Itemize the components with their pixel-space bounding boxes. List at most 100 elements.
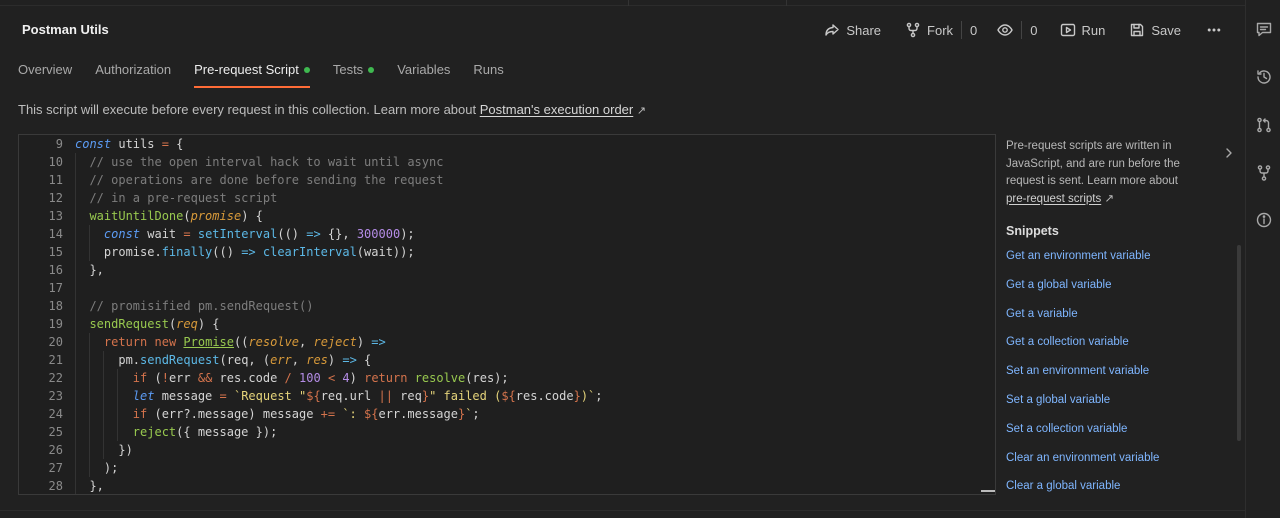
share-icon (825, 24, 840, 36)
snippet-item[interactable]: Clear a global variable (1006, 472, 1236, 501)
code-line: ); (75, 461, 119, 475)
status-dot (303, 67, 310, 73)
right-sidebar (1245, 0, 1280, 518)
snippets-list: Get an environment variable Get a global… (1006, 242, 1236, 501)
execution-order-link[interactable]: Postman's execution order (480, 102, 634, 117)
info-icon[interactable] (1255, 211, 1273, 229)
line-number: 12 (48, 191, 63, 205)
code-line: }, (75, 263, 104, 277)
code-line: if (err?.message) message += `: ${err.me… (132, 407, 480, 421)
panel-scrollbar[interactable] (1237, 245, 1241, 441)
external-link-icon: ↗ (1104, 192, 1115, 205)
tab-tests[interactable]: Tests (332, 62, 375, 86)
code-line: let message = `Request "${req.url || req… (132, 389, 603, 403)
save-label: Save (1151, 22, 1181, 38)
tab-label: Authorization (95, 62, 172, 77)
line-number: 27 (48, 461, 63, 475)
snippet-item[interactable]: Clear an environment variable (1006, 444, 1236, 473)
line-number: 28 (48, 479, 63, 493)
save-button[interactable]: Save (1129, 22, 1181, 38)
fork-icon (906, 22, 920, 38)
snippet-item[interactable]: Get an environment variable (1006, 242, 1236, 271)
code-line: const utils = { (75, 137, 184, 151)
more-icon (1207, 28, 1221, 32)
code-line: promise.finally(() => clearInterval(wait… (75, 245, 415, 259)
collection-tabs: Overview Authorization Pre-request Scrip… (18, 62, 527, 88)
tab-runs[interactable]: Runs (473, 62, 503, 86)
collection-header: Postman Utils Share Fork 0 0 Run Save (0, 6, 1245, 54)
tab-label: Variables (397, 62, 451, 77)
more-options-button[interactable] (1207, 22, 1221, 38)
tab-label: Pre-request Script (194, 62, 299, 77)
code-line: // use the open interval hack to wait un… (89, 155, 444, 169)
code-line: // promisified pm.sendRequest() (89, 299, 314, 313)
code-line: }) (75, 443, 133, 457)
code-line: return new Promise((resolve, reject) => (103, 335, 386, 349)
external-link-icon: ↗ (636, 105, 647, 117)
scrollbar-thumb[interactable] (981, 490, 995, 492)
fork-count[interactable]: 0 (970, 23, 977, 38)
code-line: // in a pre-request script (89, 191, 278, 205)
help-text: Pre-request scripts are written in JavaS… (1006, 138, 1196, 208)
collapse-panel-chevron-icon[interactable] (1224, 146, 1234, 160)
history-icon[interactable] (1255, 68, 1273, 86)
header-actions: Share Fork 0 0 Run Save (824, 19, 1221, 41)
share-button[interactable]: Share (824, 22, 881, 38)
run-icon (1060, 23, 1075, 37)
snippet-item[interactable]: Get a variable (1006, 300, 1236, 329)
status-dot (368, 67, 375, 73)
line-number: 26 (48, 443, 63, 457)
pull-request-icon[interactable] (1255, 116, 1273, 134)
line-number: 18 (48, 299, 63, 313)
snippet-item[interactable]: Set a collection variable (1006, 415, 1236, 444)
code-line: pm.sendRequest(req, (err, res) => { (75, 353, 372, 367)
code-line: // operations are done before sending th… (89, 173, 444, 187)
code-line: sendRequest(req) { (89, 317, 220, 331)
bottom-bar (0, 510, 1245, 518)
tab-pre-request-script[interactable]: Pre-request Script (194, 62, 310, 88)
line-number: 20 (48, 335, 63, 349)
line-number: 25 (48, 425, 63, 439)
snippet-item[interactable]: Get a global variable (1006, 271, 1236, 300)
divider (1021, 21, 1023, 39)
run-label: Run (1081, 22, 1106, 38)
pre-request-scripts-link[interactable]: pre-request scripts (1006, 193, 1101, 205)
fork-button[interactable]: Fork (905, 22, 953, 38)
snippet-item[interactable]: Get a collection variable (1006, 328, 1236, 357)
line-number: 24 (48, 407, 63, 421)
line-number-gutter: 9 10 11 12 13 14 15 16 17 18 19 20 21 22 23 24 25 26 27 28 (19, 135, 63, 494)
tab-label: Tests (332, 62, 364, 77)
line-number: 10 (48, 155, 63, 169)
tab-label: Overview (18, 62, 73, 77)
line-number: 16 (48, 263, 63, 277)
line-number: 21 (48, 353, 63, 367)
line-number: 15 (48, 245, 63, 259)
run-button[interactable]: Run (1060, 22, 1106, 38)
script-description: This script will execute before every re… (18, 102, 646, 117)
watch-button[interactable] (997, 22, 1013, 38)
help-panel: Pre-request scripts are written in JavaS… (1006, 134, 1236, 504)
watch-count[interactable]: 0 (1030, 23, 1037, 38)
share-label: Share (846, 22, 882, 38)
fork-icon[interactable] (1255, 164, 1273, 182)
line-number: 23 (48, 389, 63, 403)
code-line: }, (75, 479, 104, 493)
snippet-item[interactable]: Set an environment variable (1006, 357, 1236, 386)
code-line: const wait = setInterval(() => {}, 30000… (103, 227, 415, 241)
tab-authorization[interactable]: Authorization (95, 62, 171, 86)
help-description: Pre-request scripts are written in JavaS… (1006, 140, 1180, 187)
line-number: 11 (48, 173, 63, 187)
snippet-item[interactable]: Set a global variable (1006, 386, 1236, 415)
description-text: This script will execute before every re… (18, 102, 480, 117)
line-number: 14 (48, 227, 63, 241)
code-line: waitUntilDone(promise) { (89, 209, 263, 223)
tab-variables[interactable]: Variables (397, 62, 450, 86)
line-number: 9 (55, 137, 63, 151)
divider (961, 21, 963, 39)
line-number: 19 (48, 317, 63, 331)
comments-icon[interactable] (1255, 20, 1273, 38)
tab-label: Runs (473, 62, 504, 77)
tab-overview[interactable]: Overview (18, 62, 72, 86)
code-editor[interactable]: 9 10 11 12 13 14 15 16 17 18 19 20 21 22 23 24 25 26 27 28 … (18, 134, 996, 495)
